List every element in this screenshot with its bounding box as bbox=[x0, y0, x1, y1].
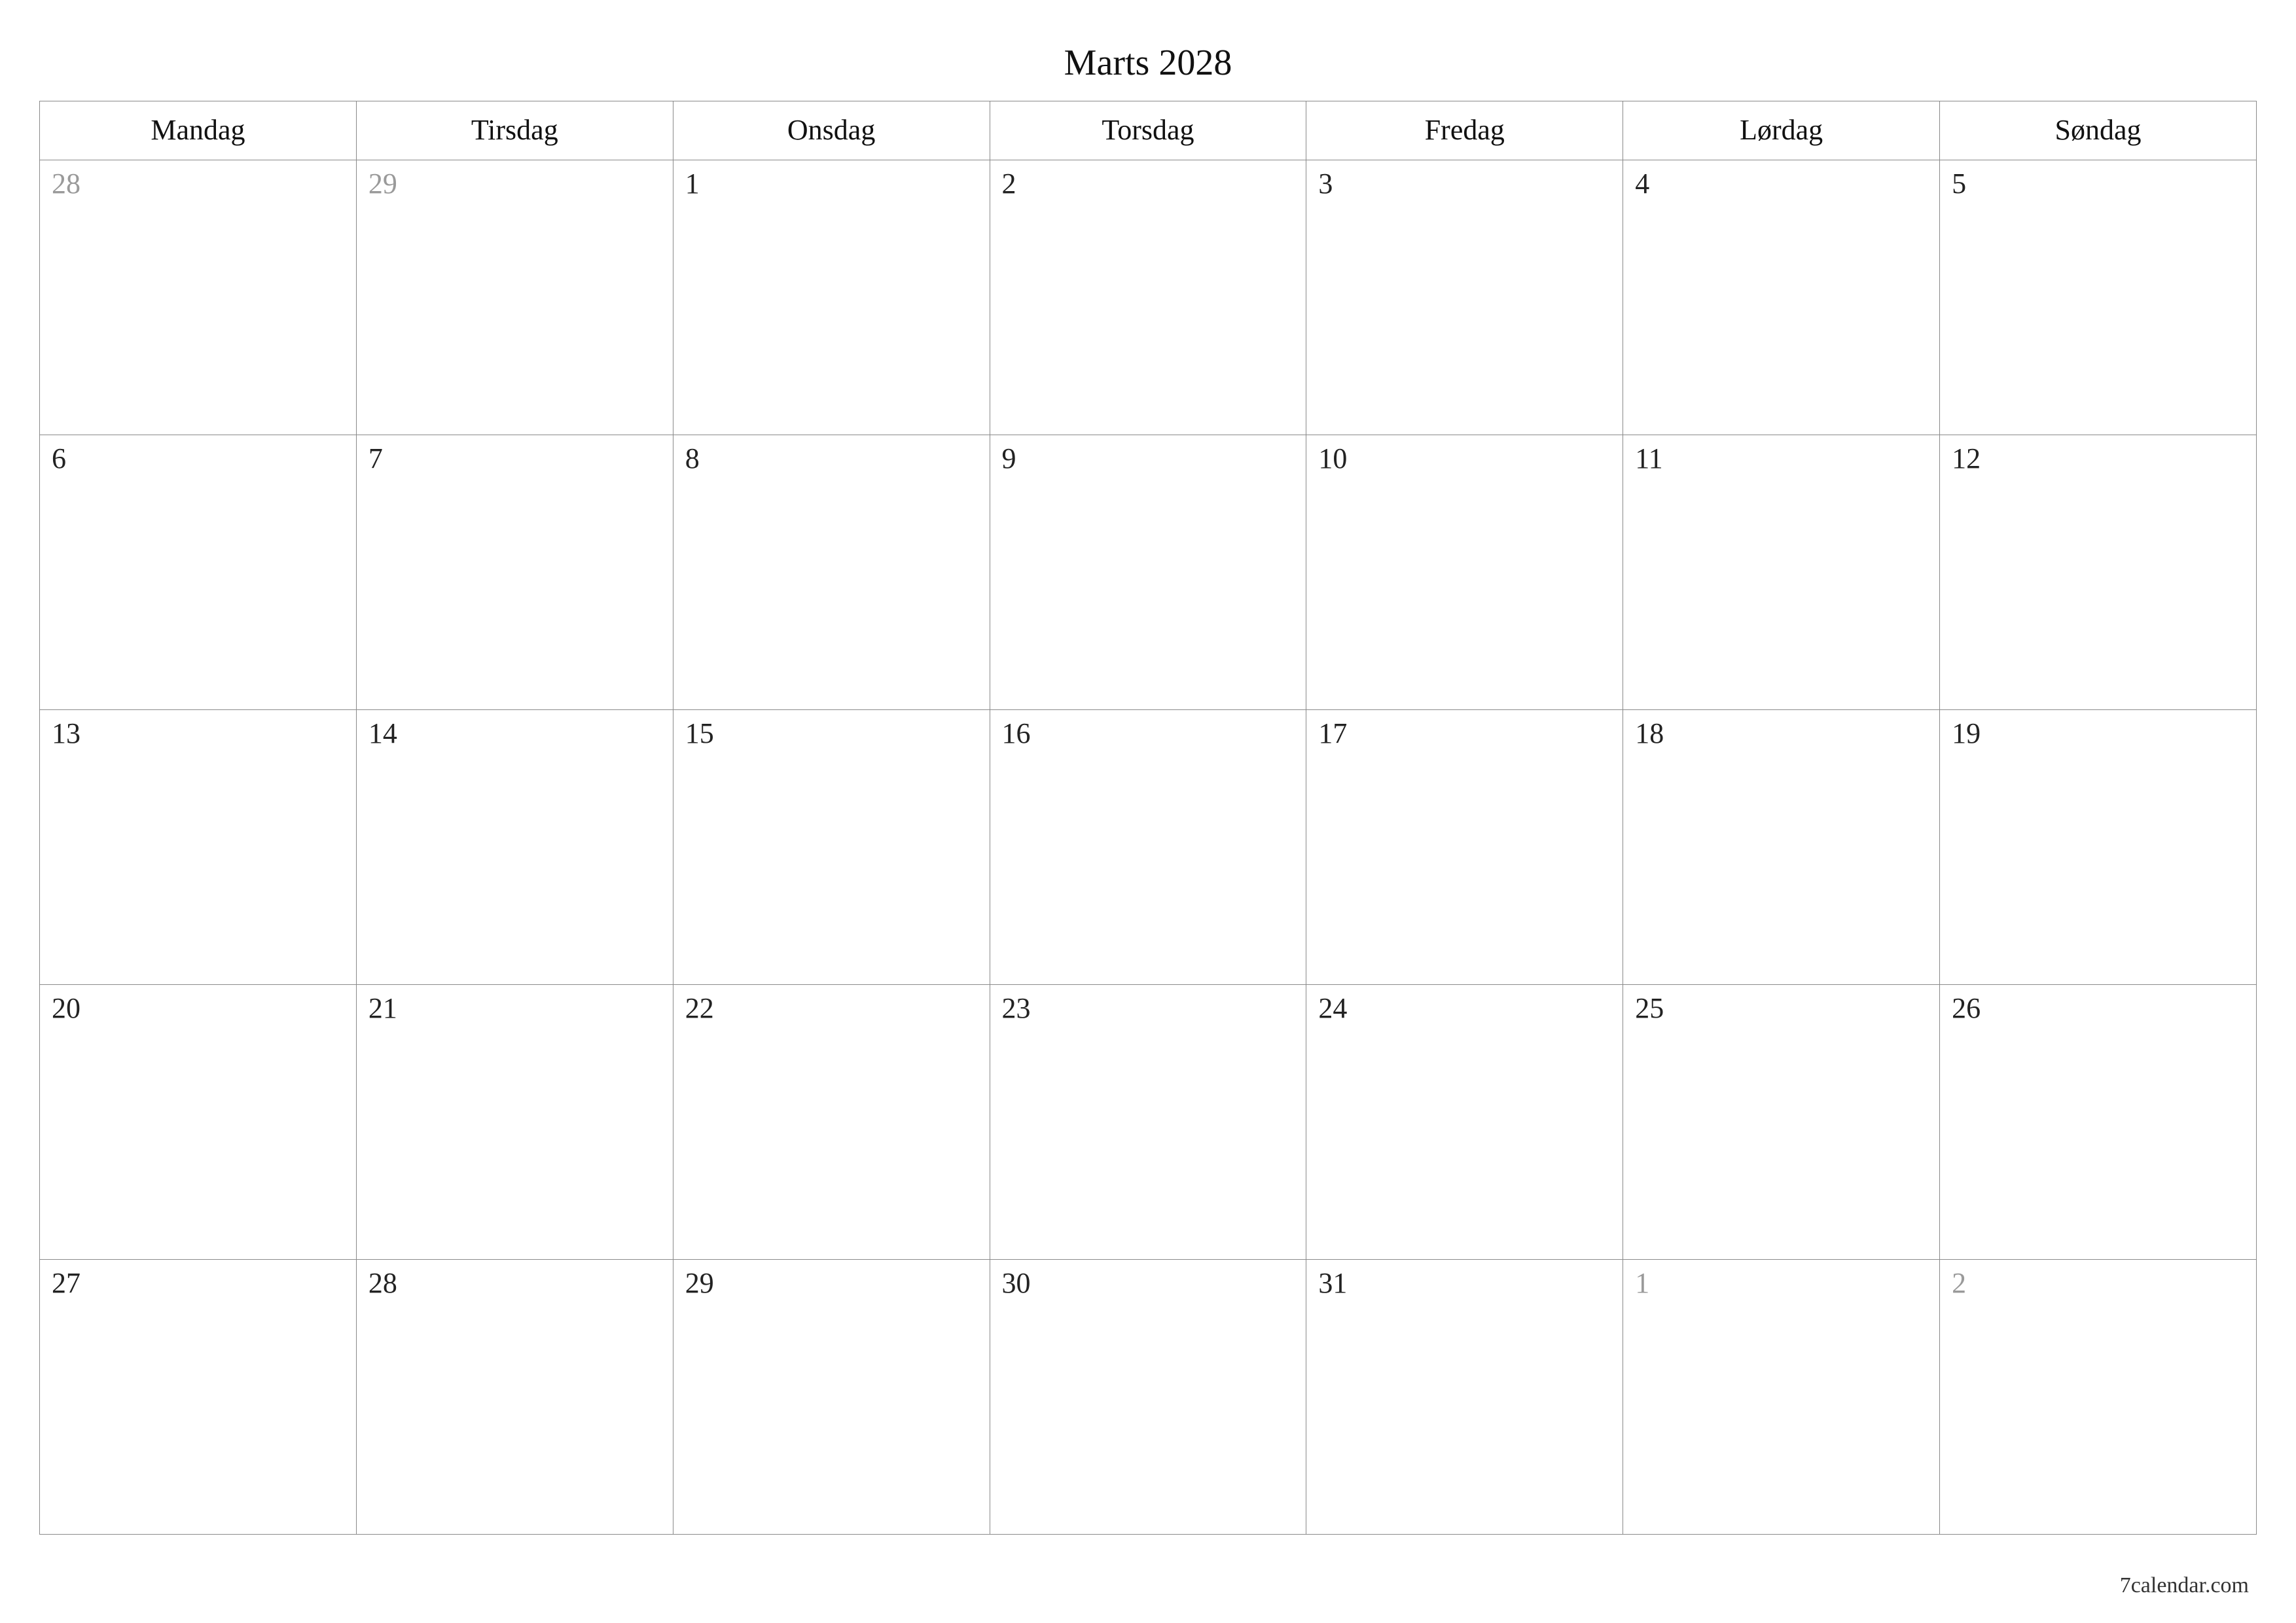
calendar-day-cell: 20 bbox=[40, 985, 357, 1260]
weekday-header: Tirsdag bbox=[356, 101, 673, 160]
calendar-day-cell: 17 bbox=[1306, 710, 1623, 985]
day-number: 23 bbox=[1002, 992, 1031, 1024]
weekday-header: Fredag bbox=[1306, 101, 1623, 160]
day-number: 17 bbox=[1318, 717, 1347, 749]
day-number: 5 bbox=[1952, 168, 1966, 200]
day-number: 29 bbox=[685, 1267, 714, 1299]
weekday-header: Lørdag bbox=[1623, 101, 1940, 160]
calendar-day-cell: 2 bbox=[1940, 1260, 2257, 1535]
day-number: 13 bbox=[52, 717, 81, 749]
weekday-header: Onsdag bbox=[673, 101, 990, 160]
day-number: 22 bbox=[685, 992, 714, 1024]
day-number: 2 bbox=[1002, 168, 1016, 200]
calendar-title: Marts 2028 bbox=[39, 42, 2257, 84]
calendar-day-cell: 4 bbox=[1623, 160, 1940, 435]
day-number: 29 bbox=[368, 168, 397, 200]
day-number: 15 bbox=[685, 717, 714, 749]
day-number: 6 bbox=[52, 442, 66, 474]
day-number: 20 bbox=[52, 992, 81, 1024]
day-number: 27 bbox=[52, 1267, 81, 1299]
day-number: 14 bbox=[368, 717, 397, 749]
day-number: 1 bbox=[1635, 1267, 1649, 1299]
day-number: 25 bbox=[1635, 992, 1664, 1024]
calendar-day-cell: 14 bbox=[356, 710, 673, 985]
calendar-day-cell: 8 bbox=[673, 435, 990, 710]
day-number: 10 bbox=[1318, 442, 1347, 474]
calendar-day-cell: 1 bbox=[1623, 1260, 1940, 1535]
calendar-day-cell: 29 bbox=[673, 1260, 990, 1535]
day-number: 26 bbox=[1952, 992, 1981, 1024]
calendar-day-cell: 2 bbox=[990, 160, 1306, 435]
calendar-week-row: 28 29 1 2 3 4 5 bbox=[40, 160, 2257, 435]
calendar-day-cell: 27 bbox=[40, 1260, 357, 1535]
day-number: 4 bbox=[1635, 168, 1649, 200]
calendar-day-cell: 6 bbox=[40, 435, 357, 710]
footer-credit: 7calendar.com bbox=[2120, 1573, 2249, 1598]
calendar-day-cell: 12 bbox=[1940, 435, 2257, 710]
day-number: 24 bbox=[1318, 992, 1347, 1024]
calendar-grid: Mandag Tirsdag Onsdag Torsdag Fredag Lør… bbox=[39, 101, 2257, 1535]
day-number: 11 bbox=[1635, 442, 1662, 474]
calendar-page: Marts 2028 Mandag Tirsdag Onsdag Torsdag… bbox=[0, 0, 2296, 1623]
day-number: 18 bbox=[1635, 717, 1664, 749]
weekday-header: Mandag bbox=[40, 101, 357, 160]
calendar-week-row: 6 7 8 9 10 11 12 bbox=[40, 435, 2257, 710]
calendar-day-cell: 31 bbox=[1306, 1260, 1623, 1535]
calendar-day-cell: 19 bbox=[1940, 710, 2257, 985]
day-number: 16 bbox=[1002, 717, 1031, 749]
calendar-day-cell: 24 bbox=[1306, 985, 1623, 1260]
calendar-day-cell: 9 bbox=[990, 435, 1306, 710]
day-number: 19 bbox=[1952, 717, 1981, 749]
calendar-week-row: 27 28 29 30 31 1 2 bbox=[40, 1260, 2257, 1535]
day-number: 9 bbox=[1002, 442, 1016, 474]
day-number: 1 bbox=[685, 168, 700, 200]
calendar-day-cell: 5 bbox=[1940, 160, 2257, 435]
day-number: 21 bbox=[368, 992, 397, 1024]
calendar-day-cell: 11 bbox=[1623, 435, 1940, 710]
calendar-week-row: 20 21 22 23 24 25 26 bbox=[40, 985, 2257, 1260]
calendar-day-cell: 1 bbox=[673, 160, 990, 435]
calendar-day-cell: 29 bbox=[356, 160, 673, 435]
weekday-header-row: Mandag Tirsdag Onsdag Torsdag Fredag Lør… bbox=[40, 101, 2257, 160]
calendar-day-cell: 13 bbox=[40, 710, 357, 985]
calendar-day-cell: 23 bbox=[990, 985, 1306, 1260]
calendar-day-cell: 28 bbox=[40, 160, 357, 435]
calendar-day-cell: 7 bbox=[356, 435, 673, 710]
day-number: 31 bbox=[1318, 1267, 1347, 1299]
calendar-day-cell: 18 bbox=[1623, 710, 1940, 985]
day-number: 28 bbox=[368, 1267, 397, 1299]
weekday-header: Torsdag bbox=[990, 101, 1306, 160]
calendar-day-cell: 16 bbox=[990, 710, 1306, 985]
calendar-day-cell: 21 bbox=[356, 985, 673, 1260]
day-number: 30 bbox=[1002, 1267, 1031, 1299]
day-number: 12 bbox=[1952, 442, 1981, 474]
calendar-day-cell: 10 bbox=[1306, 435, 1623, 710]
day-number: 28 bbox=[52, 168, 81, 200]
day-number: 2 bbox=[1952, 1267, 1966, 1299]
weekday-header: Søndag bbox=[1940, 101, 2257, 160]
day-number: 7 bbox=[368, 442, 383, 474]
calendar-day-cell: 30 bbox=[990, 1260, 1306, 1535]
calendar-day-cell: 3 bbox=[1306, 160, 1623, 435]
day-number: 8 bbox=[685, 442, 700, 474]
calendar-day-cell: 25 bbox=[1623, 985, 1940, 1260]
calendar-week-row: 13 14 15 16 17 18 19 bbox=[40, 710, 2257, 985]
day-number: 3 bbox=[1318, 168, 1333, 200]
calendar-day-cell: 26 bbox=[1940, 985, 2257, 1260]
calendar-day-cell: 28 bbox=[356, 1260, 673, 1535]
calendar-day-cell: 15 bbox=[673, 710, 990, 985]
calendar-day-cell: 22 bbox=[673, 985, 990, 1260]
